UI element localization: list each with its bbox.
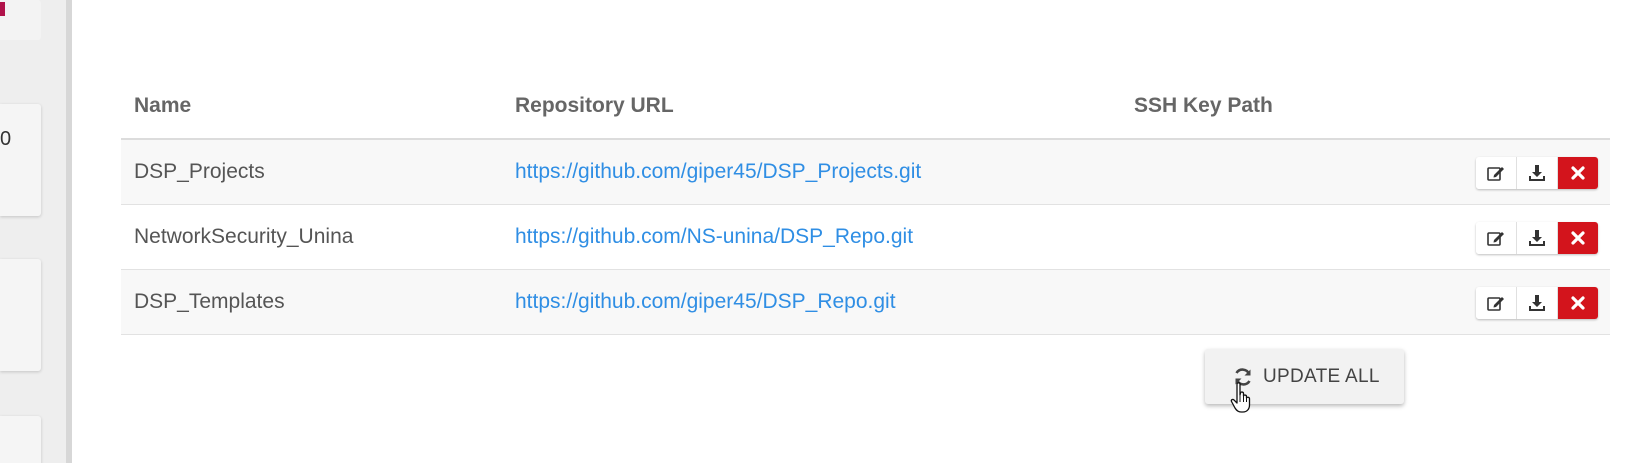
sidebar-divider xyxy=(66,0,72,463)
download-icon xyxy=(1529,295,1545,311)
column-header-name: Name xyxy=(134,94,192,117)
delete-button[interactable] xyxy=(1558,157,1598,189)
row-actions xyxy=(1476,222,1598,254)
edit-icon xyxy=(1487,297,1504,311)
sidebar-card[interactable] xyxy=(0,259,41,371)
app-logo-icon xyxy=(0,2,5,16)
table-row: NetworkSecurity_Unina https://github.com… xyxy=(121,205,1610,270)
close-icon xyxy=(1571,231,1585,245)
repo-url-link[interactable]: https://github.com/giper45/DSP_Projects.… xyxy=(515,160,921,184)
close-icon xyxy=(1571,296,1585,310)
download-button[interactable] xyxy=(1517,157,1558,189)
repositories-page: 0 Name Repository URL SSH Key Path DSP_P… xyxy=(0,0,1647,463)
update-all-label: UPDATE ALL xyxy=(1263,365,1380,387)
sidebar-card[interactable] xyxy=(0,0,41,40)
delete-button[interactable] xyxy=(1558,287,1598,319)
column-header-ssh-key-path: SSH Key Path xyxy=(1134,94,1273,117)
row-actions xyxy=(1476,287,1598,319)
download-button[interactable] xyxy=(1517,222,1558,254)
repo-name: NetworkSecurity_Unina xyxy=(134,225,354,248)
edit-button[interactable] xyxy=(1476,222,1517,254)
row-actions xyxy=(1476,157,1598,189)
download-button[interactable] xyxy=(1517,287,1558,319)
sidebar-card-value: 0 xyxy=(0,128,12,150)
column-header-repository-url: Repository URL xyxy=(515,94,674,117)
edit-button[interactable] xyxy=(1476,157,1517,189)
left-sidebar: 0 xyxy=(0,0,66,463)
edit-icon xyxy=(1487,232,1504,246)
hand-cursor-icon xyxy=(1230,382,1251,413)
repo-url-link[interactable]: https://github.com/NS-unina/DSP_Repo.git xyxy=(515,225,913,249)
download-icon xyxy=(1529,165,1545,181)
repo-name: DSP_Projects xyxy=(134,160,265,183)
download-icon xyxy=(1529,230,1545,246)
sidebar-card[interactable] xyxy=(0,416,41,463)
repositories-table: Name Repository URL SSH Key Path DSP_Pro… xyxy=(121,83,1610,335)
edit-button[interactable] xyxy=(1476,287,1517,319)
table-row: DSP_Projects https://github.com/giper45/… xyxy=(121,140,1610,205)
close-icon xyxy=(1571,166,1585,180)
table-row: DSP_Templates https://github.com/giper45… xyxy=(121,270,1610,335)
sidebar-card[interactable]: 0 xyxy=(0,104,41,216)
edit-icon xyxy=(1487,167,1504,181)
repo-url-link[interactable]: https://github.com/giper45/DSP_Repo.git xyxy=(515,290,896,314)
table-header: Name Repository URL SSH Key Path xyxy=(121,83,1610,140)
repo-name: DSP_Templates xyxy=(134,290,285,313)
delete-button[interactable] xyxy=(1558,222,1598,254)
